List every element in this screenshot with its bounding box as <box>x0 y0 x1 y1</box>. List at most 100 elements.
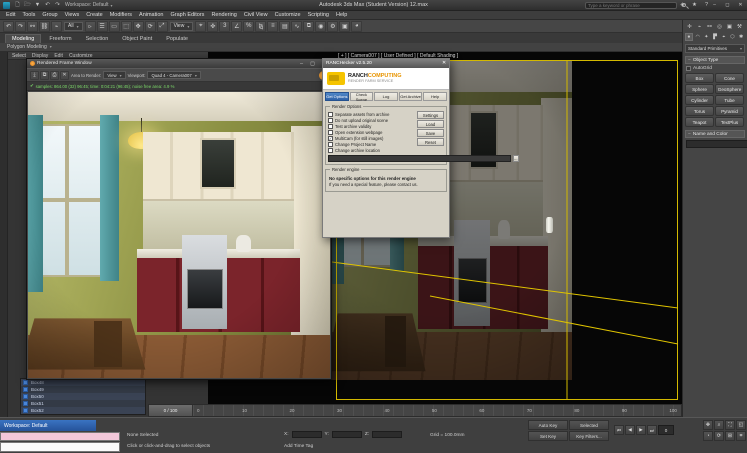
3ds-max-logo[interactable] <box>3 2 10 9</box>
ranch-action-button[interactable]: Load <box>417 120 444 128</box>
clone-rendered-frame-icon[interactable]: ⧉ <box>40 71 49 80</box>
ribbon-tab[interactable]: Object Paint <box>116 35 158 43</box>
ranchecker-tab[interactable]: Help <box>423 92 447 101</box>
ribbon-tab[interactable]: Freeform <box>43 35 77 43</box>
menu-item[interactable]: Animation <box>139 12 163 18</box>
menu-item[interactable]: Help <box>336 12 347 18</box>
list-item[interactable]: Box50 <box>21 393 145 400</box>
menu-item[interactable]: Rendering <box>211 12 236 18</box>
menu-item[interactable]: Scripting <box>308 12 329 18</box>
ranch-option-checkbox[interactable]: Open extension webpage <box>328 130 415 135</box>
undo-icon[interactable]: ↶ <box>3 21 14 32</box>
primitive-button[interactable]: Pyramid <box>715 106 744 116</box>
maximize-button[interactable]: ◻ <box>723 1 732 9</box>
bind-to-spacewarp-icon[interactable]: ⌁ <box>51 21 62 32</box>
x-coordinate-input[interactable] <box>292 431 322 438</box>
ranchecker-tab[interactable]: Get Archive <box>399 92 423 101</box>
y-coordinate-input[interactable] <box>332 431 362 438</box>
archive-location-input[interactable] <box>328 155 511 162</box>
maxscript-mini-listener-white[interactable] <box>0 442 120 452</box>
menu-item[interactable]: Create <box>86 12 103 18</box>
zoom-region-icon[interactable]: ◱ <box>736 420 746 430</box>
new-file-icon[interactable]: 🗋 <box>13 1 22 9</box>
display-tab-icon[interactable]: ▣ <box>725 22 734 31</box>
snaps-toggle-icon[interactable]: 3 <box>219 21 230 32</box>
search-input[interactable] <box>585 2 677 9</box>
unlink-selection-icon[interactable]: ⛓ <box>39 21 50 32</box>
ranchecker-close-button[interactable]: ✕ <box>442 61 446 66</box>
ranch-option-checkbox[interactable]: Do not upload original scene <box>328 118 415 123</box>
field-of-view-icon[interactable]: ◔ <box>703 431 713 441</box>
ranchecker-tab[interactable]: Log <box>374 92 398 101</box>
menu-item[interactable]: Graph Editors <box>171 12 205 18</box>
list-item[interactable]: Box52 <box>21 407 145 414</box>
select-and-scale-icon[interactable]: ⤢ <box>157 21 168 32</box>
primitive-button[interactable]: Cone <box>715 73 744 83</box>
primitive-button[interactable]: GeoSphere <box>715 84 744 94</box>
ranch-option-checkbox[interactable]: Test archive validity <box>328 124 415 129</box>
key-filters-button[interactable]: Key Filters... <box>569 431 609 441</box>
save-image-icon[interactable]: ⤓ <box>30 71 39 80</box>
ribbon-tab[interactable]: Modeling <box>5 34 41 43</box>
systems-icon[interactable]: ✱ <box>737 33 745 41</box>
select-and-move-icon[interactable]: ✥ <box>133 21 144 32</box>
list-item[interactable]: Box51 <box>21 400 145 407</box>
ribbon-tab[interactable]: Populate <box>160 35 194 43</box>
browse-button[interactable]: ... <box>513 155 519 162</box>
open-file-icon[interactable]: 🗁 <box>23 1 32 9</box>
menu-item[interactable]: Customize <box>275 12 301 18</box>
primitive-button[interactable]: TextPlus <box>715 117 744 127</box>
menu-item[interactable]: Modifiers <box>110 12 132 18</box>
angle-snap-icon[interactable]: ∠ <box>231 21 242 32</box>
object-type-rollout[interactable]: Object Type <box>685 56 745 64</box>
primitive-button[interactable]: Torus <box>685 106 714 116</box>
close-button[interactable]: ✕ <box>736 1 745 9</box>
auto-key-button[interactable]: Auto Key <box>528 420 568 430</box>
timeline-ruler[interactable]: 0102030405060708090100 <box>193 405 681 416</box>
align-icon[interactable]: ≡ <box>267 21 278 32</box>
menu-item[interactable]: Group <box>42 12 57 18</box>
utilities-tab-icon[interactable]: ⚒ <box>735 22 744 31</box>
ranch-option-checkbox[interactable]: Separate assets from archive <box>328 112 415 117</box>
orbit-icon[interactable]: ⟳ <box>714 431 724 441</box>
pan-icon[interactable]: ✥ <box>703 420 713 430</box>
minimize-button[interactable]: ‒ <box>710 1 719 9</box>
go-to-end-button[interactable]: ⏭ <box>647 425 657 435</box>
window-crossing-icon[interactable]: ⬚ <box>121 21 132 32</box>
selection-set-dropdown[interactable]: Selected <box>569 420 609 430</box>
redo-icon[interactable]: ↷ <box>53 1 62 9</box>
use-pivot-center-icon[interactable]: ⌖ <box>195 21 206 32</box>
menu-item[interactable]: Tools <box>22 12 35 18</box>
ranchecker-tab[interactable]: Get Options <box>325 92 349 101</box>
spacewarps-icon[interactable]: ⬡ <box>729 33 737 41</box>
ranch-action-button[interactable]: Save <box>417 129 444 137</box>
menu-item[interactable]: Civil View <box>244 12 268 18</box>
select-and-rotate-icon[interactable]: ⟳ <box>145 21 156 32</box>
go-to-start-button[interactable]: ⏮ <box>614 425 624 435</box>
render-window-titlebar[interactable]: Rendered Frame Window ‒ ◻ ✕ <box>27 59 331 68</box>
set-key-button[interactable]: Set Key <box>528 431 568 441</box>
material-editor-icon[interactable]: ◉ <box>315 21 326 32</box>
save-file-icon[interactable]: ▼ <box>33 1 42 9</box>
select-object-icon[interactable]: ▹ <box>85 21 96 32</box>
ranch-action-button[interactable]: Settings <box>417 111 444 119</box>
clear-image-icon[interactable]: ✕ <box>60 71 69 80</box>
polygon-modeling-panel[interactable]: Polygon Modeling <box>7 44 52 50</box>
geometry-icon[interactable]: ● <box>685 33 693 41</box>
name-color-rollout[interactable]: Name and Color <box>685 130 745 138</box>
ranch-option-checkbox[interactable]: Change archive location <box>328 148 415 153</box>
primitive-button[interactable]: Tube <box>715 95 744 105</box>
shapes-icon[interactable]: ◠ <box>694 33 702 41</box>
curve-editor-icon[interactable]: ∿ <box>291 21 302 32</box>
object-name-input[interactable] <box>686 140 747 148</box>
render-frame-icon[interactable]: ▣ <box>339 21 350 32</box>
selection-filter-dropdown[interactable]: All <box>64 22 83 31</box>
select-by-name-icon[interactable]: ☰ <box>97 21 108 32</box>
zoom-extents-icon[interactable]: ⛶ <box>725 420 735 430</box>
render-setup-icon[interactable]: ⚙ <box>327 21 338 32</box>
render-maximize-button[interactable]: ◻ <box>308 60 317 68</box>
reference-coordinate-dropdown[interactable]: View <box>170 22 194 31</box>
schematic-view-icon[interactable]: ⧉ <box>303 21 314 32</box>
play-button[interactable]: ▶ <box>636 425 646 435</box>
render-viewport-dropdown[interactable]: Quad 4 - Camera007 <box>147 71 200 79</box>
